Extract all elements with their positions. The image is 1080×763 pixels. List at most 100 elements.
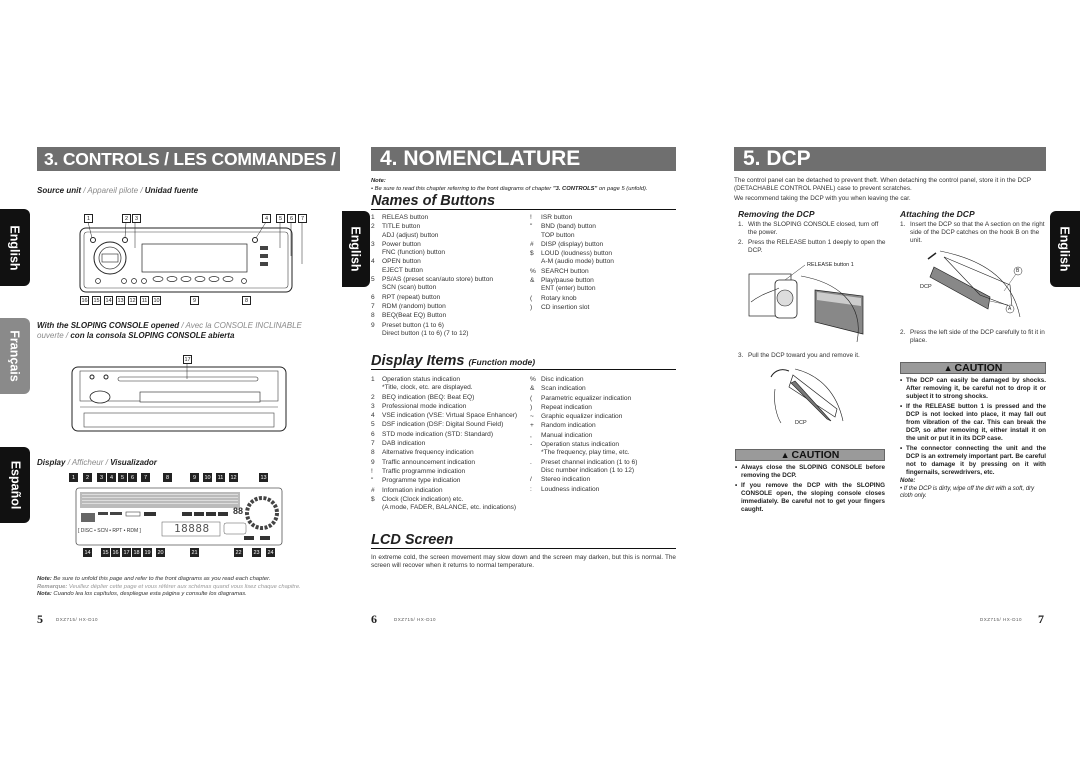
callout-16: 16 [80,296,89,305]
caution-item: • If the RELEASE button 1 is pressed and … [900,403,1046,443]
section-header-dcp: 5. DCP [734,147,1046,171]
list-item: 9 Traffic announcement indication [371,459,531,467]
heading-fr: ouverte [37,330,64,340]
heading-fr: Afficheur [71,458,104,467]
list-item: & Play/pause button ENT (enter) button [530,277,680,294]
caution-text: The DCP can easily be damaged by shocks.… [906,377,1046,400]
model-number: DXZ715/ HX-D10 [980,617,1023,622]
item-line: ENT (enter) button [541,285,596,293]
removing-dcp-heading: Removing the DCP [738,209,815,219]
item-number: 6 [371,430,375,438]
item-text: Graphic equalizer indication [541,413,680,421]
item-number: $ [530,250,534,258]
item-line: TOP button [541,231,575,239]
heading-text: Display Items [371,353,465,369]
list-item: # Infomation indication [371,487,531,495]
note-text: • If the DCP is dirty, wipe off the dirt… [900,485,1035,500]
label-b: B [1016,268,1020,274]
item-line: Graphic equalizer indication [541,413,623,421]
step-number: 1. [738,221,744,228]
item-number: # [530,240,534,248]
item-text: Repeat indication [541,404,680,412]
heading-en: Source unit [37,186,82,195]
item-number: 3 [371,240,375,248]
lang-tab-english[interactable]: English [1050,211,1080,287]
item-line: Preset channel indication (1 to 6) [541,458,638,466]
lang-tab-label: Français [8,330,23,382]
display-heading: Display / Afficheur / Visualizador [37,458,157,467]
callout-23: 23 [252,548,261,557]
names-of-buttons-heading: Names of Buttons [371,193,676,210]
item-text: BEQ(Beat EQ) Button [382,312,531,320]
list-item: + Random indication [530,422,680,430]
item-line: A-M (audio mode) button [541,258,614,266]
callout-20: 20 [156,548,165,557]
callout-13: 13 [116,296,125,305]
page-number: 5 [37,612,43,626]
display-diagram: 1 2 3 4 5 6 7 8 9 10 11 12 13 88 18888 [ DISC • SCN … [66,473,296,559]
item-line: Scan indication [541,385,586,393]
pull-illustration: DCP [765,363,855,428]
item-number: , [530,431,532,439]
item-number: . [530,458,532,466]
item-number: 9 [371,321,375,329]
list-item: / Stereo indication [530,476,680,484]
item-text: RELEAS button [382,214,531,222]
item-number: 4 [371,258,375,266]
callout-10: 10 [152,296,161,305]
lang-tab-english[interactable]: English [342,211,370,287]
dcp-label: DCP [795,420,807,426]
lang-tab-espanol[interactable]: Español [0,447,30,523]
item-line: Traffic programme indication [382,467,466,475]
callout-15: 15 [101,548,110,557]
callout-22: 22 [234,548,243,557]
item-text: Clock (Clock indication) etc. (A mode, FA… [382,496,531,513]
section-header-controls: 3. CONTROLS / LES COMMANDES / CONTROLES [37,147,449,171]
item-number: 7 [371,440,375,448]
item-text: SEARCH button [541,268,680,276]
source-unit-heading: Source unit / Appareil pilote / Unidad f… [37,186,198,195]
item-text: Rotary knob [541,295,680,303]
item-line: *Title, clock, etc. are displayed. [382,384,473,392]
list-item: ) CD insertion slot [530,304,680,312]
heading-en: Display [37,458,66,467]
note-part: on page 5 (unfold). [597,186,648,192]
item-line: EJECT button [382,266,423,274]
page5-notes: Note: Be sure to unfold this page and re… [37,576,337,599]
note-fr: Remarque: Veuillez déplier cette page et… [37,584,337,592]
item-number: " [371,477,374,485]
item-text: Operation status indication *Title, clock… [382,376,531,393]
item-line: (A mode, FADER, BALANCE, etc. indication… [382,504,517,512]
list-item: ~ Graphic equalizer indication [530,413,680,421]
note-label: Note: [900,478,916,484]
caution-text: Always close the SLOPING CONSOLE before … [741,464,885,479]
list-item: % SEARCH button [530,268,680,276]
item-text: CD insertion slot [541,304,680,312]
callout-18: 18 [132,548,141,557]
step-number: 1. [900,221,906,228]
item-number: ~ [530,413,534,421]
caution-list-left: • Always close the SLOPING CONSOLE before… [735,464,885,516]
list-item: 7 RDM (random) button [371,303,531,311]
lang-tab-english[interactable]: English [0,209,30,286]
item-number: # [371,486,375,494]
lang-tab-francais[interactable]: Français [0,318,30,394]
callout-8: 8 [242,296,251,305]
item-number: 6 [371,293,375,301]
callout-15: 15 [92,296,101,305]
step-number: 3. [738,352,744,359]
list-item: $ Clock (Clock indication) etc. (A mode, F… [371,496,531,513]
list-item: (Parametric equalizer indication [530,395,680,403]
item-number: 1 [371,376,375,383]
item-text: Infomation indication [382,487,531,495]
dcp-label: DCP [920,284,932,290]
item-text: RPT (repeat) button [382,294,531,302]
lcd-screen-heading: LCD Screen [371,532,676,549]
page-number: 7 [1038,612,1044,626]
item-line: BEQ indication (BEQ: Beat EQ) [382,393,475,401]
intro-paragraph: The control panel can be detached to pre… [734,177,1031,192]
item-line: Preset button (1 to 6) [382,321,444,329]
callout-17: 17 [122,548,131,557]
item-line: Operation status indication [541,441,620,449]
item-line: PS/AS (preset scan/auto store) button [382,276,494,284]
